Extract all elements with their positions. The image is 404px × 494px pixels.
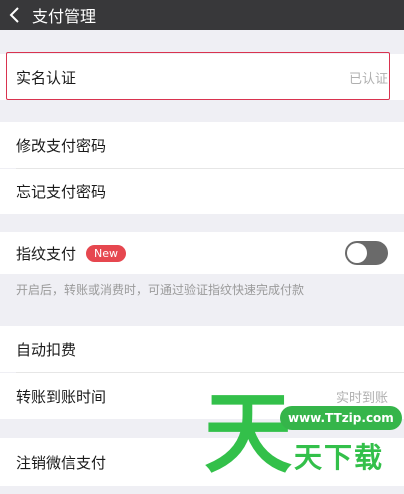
highlight-frame xyxy=(6,52,390,100)
fingerprint-toggle[interactable] xyxy=(345,241,388,265)
auto-deduction-row[interactable]: 自动扣费 xyxy=(0,326,404,372)
deregister-label: 注销微信支付 xyxy=(16,453,107,472)
chevron-left-icon xyxy=(9,7,19,23)
watermark-url: www.TTzip.com xyxy=(280,406,402,430)
page-title: 支付管理 xyxy=(32,7,97,26)
screen: 支付管理 实名认证 已认证 修改支付密码 忘记支付密码 指纹支付 New 开启后… xyxy=(0,0,404,494)
fingerprint-row: 指纹支付 New xyxy=(0,232,404,274)
toggle-knob xyxy=(347,243,367,263)
auto-deduction-label: 自动扣费 xyxy=(16,340,77,359)
watermark-big-glyph: 天 xyxy=(204,382,293,485)
title-bar: 支付管理 xyxy=(0,0,404,30)
fingerprint-label: 指纹支付 xyxy=(16,244,77,263)
back-button[interactable] xyxy=(0,0,30,30)
transfer-time-value: 实时到账 xyxy=(335,390,388,406)
watermark-text: 天下载 xyxy=(294,441,385,474)
change-password-label: 修改支付密码 xyxy=(16,136,107,155)
forgot-password-label: 忘记支付密码 xyxy=(16,183,107,201)
change-password-row[interactable]: 修改支付密码 xyxy=(0,122,404,168)
transfer-time-label: 转账到账时间 xyxy=(16,387,107,406)
new-badge: New xyxy=(86,244,127,262)
forgot-password-row[interactable]: 忘记支付密码 xyxy=(0,169,404,214)
fingerprint-hint: 开启后，转账或消费时，可通过验证指纹快速完成付款 xyxy=(16,283,305,297)
